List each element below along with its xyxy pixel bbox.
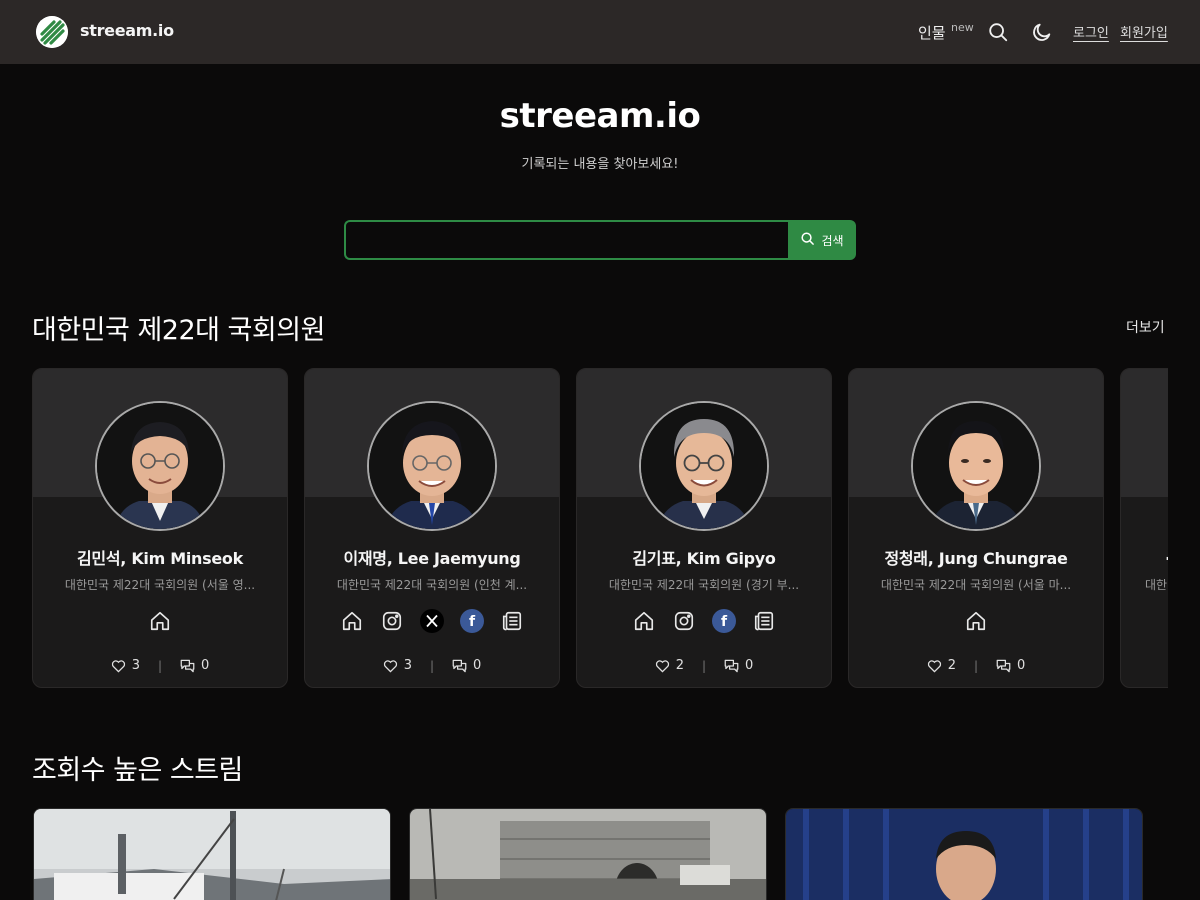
social-links: f [305,609,559,633]
comments-icon [180,659,195,672]
section-title-streams: 조회수 높은 스트림 [32,755,243,786]
member-description: 대한민국 제22대 국회의원 (인천 계... [336,578,528,592]
member-card[interactable]: 김기표, Kim Gipyo 대한민국 제22대 국회의원 (경기 부... f… [576,368,832,688]
member-description: 대한민국 제22대 국회의원 (서울 영... [64,578,256,592]
likes-stat[interactable]: 3 [383,658,412,673]
heart-icon [383,659,397,673]
social-links: f [577,609,831,633]
member-card[interactable]: 정청래, Jung Chungrae 대한민국 제22대 국회의원 (서울 마.… [848,368,1104,688]
news-icon[interactable] [500,609,524,633]
home-icon[interactable] [964,609,988,633]
facebook-icon[interactable]: f [712,609,736,633]
likes-count: 3 [403,658,412,673]
instagram-icon[interactable] [672,609,696,633]
likes-count: 2 [675,658,684,673]
likes-stat[interactable]: 2 [655,658,684,673]
brand-name[interactable]: streeam.io [80,21,174,40]
search-icon [800,231,815,249]
hero-title: streeam.io [499,96,701,136]
top-navbar: streeam.io 인물 new 로그인 회원가입 [0,0,1200,64]
search-button[interactable]: 검색 [788,220,856,260]
card-stats: 2 | 0 [577,658,831,673]
stream-thumbnail[interactable] [409,808,767,900]
member-cards-carousel: 김민석, Kim Minseok 대한민국 제22대 국회의원 (서울 영...… [32,368,1168,688]
member-name: 김민석, Kim Minseok [77,549,243,568]
card-stats: 3 | 0 [33,658,287,673]
heart-icon [655,659,669,673]
hero-subtitle: 기록되는 내용을 찾아보세요! [521,157,679,172]
home-icon[interactable] [632,609,656,633]
member-name: 이재명, Lee Jaemyung [343,549,521,568]
comments-icon [996,659,1011,672]
news-icon[interactable] [752,609,776,633]
section-title-members: 대한민국 제22대 국회의원 [32,315,325,346]
comments-count: 0 [473,658,482,673]
svg-text:f: f [721,614,728,630]
more-link[interactable]: 더보기 [1126,317,1165,337]
search-icon[interactable] [987,21,1009,43]
home-icon[interactable] [340,609,364,633]
new-badge: new [951,21,974,34]
member-card[interactable]: 이재명, Lee Jaemyung 대한민국 제22대 국회의원 (인천 계..… [304,368,560,688]
avatar [95,401,225,531]
comments-count: 0 [1017,658,1026,673]
card-banner [1121,369,1168,497]
member-name: 정청래, Jung Chungrae [884,549,1068,568]
social-links [33,609,287,633]
likes-stat[interactable]: 2 [927,658,956,673]
card-stats: 3 | 0 [305,658,559,673]
member-description: 대한... [1145,578,1168,592]
home-icon[interactable] [148,609,172,633]
member-name: ... [1165,545,1168,564]
comments-stat[interactable]: 0 [724,658,753,673]
svg-text:f: f [469,614,476,630]
comments-icon [452,659,467,672]
member-description: 대한민국 제22대 국회의원 (서울 마... [880,578,1072,592]
comments-stat[interactable]: 0 [452,658,481,673]
member-description: 대한민국 제22대 국회의원 (경기 부... [608,578,800,592]
likes-stat[interactable]: 3 [111,658,140,673]
social-links [849,609,1103,633]
stream-thumbnail[interactable] [33,808,391,900]
avatar [639,401,769,531]
facebook-icon[interactable]: f [460,609,484,633]
comments-stat[interactable]: 0 [180,658,209,673]
likes-count: 3 [131,658,140,673]
moon-icon[interactable] [1031,21,1053,43]
member-name: 김기표, Kim Gipyo [632,549,776,568]
x-icon[interactable] [420,609,444,633]
search-input[interactable] [344,220,790,260]
card-stats: 2 | 0 [849,658,1103,673]
member-card[interactable]: 김민석, Kim Minseok 대한민국 제22대 국회의원 (서울 영...… [32,368,288,688]
stream-thumbnail[interactable] [785,808,1143,900]
heart-icon [111,659,125,673]
signup-link[interactable]: 회원가입 [1120,22,1168,41]
likes-count: 2 [947,658,956,673]
comments-stat[interactable]: 0 [996,658,1025,673]
nav-people-link[interactable]: 인물 [918,22,946,43]
comments-count: 0 [745,658,754,673]
instagram-icon[interactable] [380,609,404,633]
heart-icon [927,659,941,673]
comments-count: 0 [201,658,210,673]
comments-icon [724,659,739,672]
login-link[interactable]: 로그인 [1073,22,1109,41]
member-card[interactable]: ... 대한... [1120,368,1168,688]
avatar [911,401,1041,531]
search-button-label: 검색 [821,233,844,248]
logo-icon[interactable] [36,16,68,48]
avatar [367,401,497,531]
